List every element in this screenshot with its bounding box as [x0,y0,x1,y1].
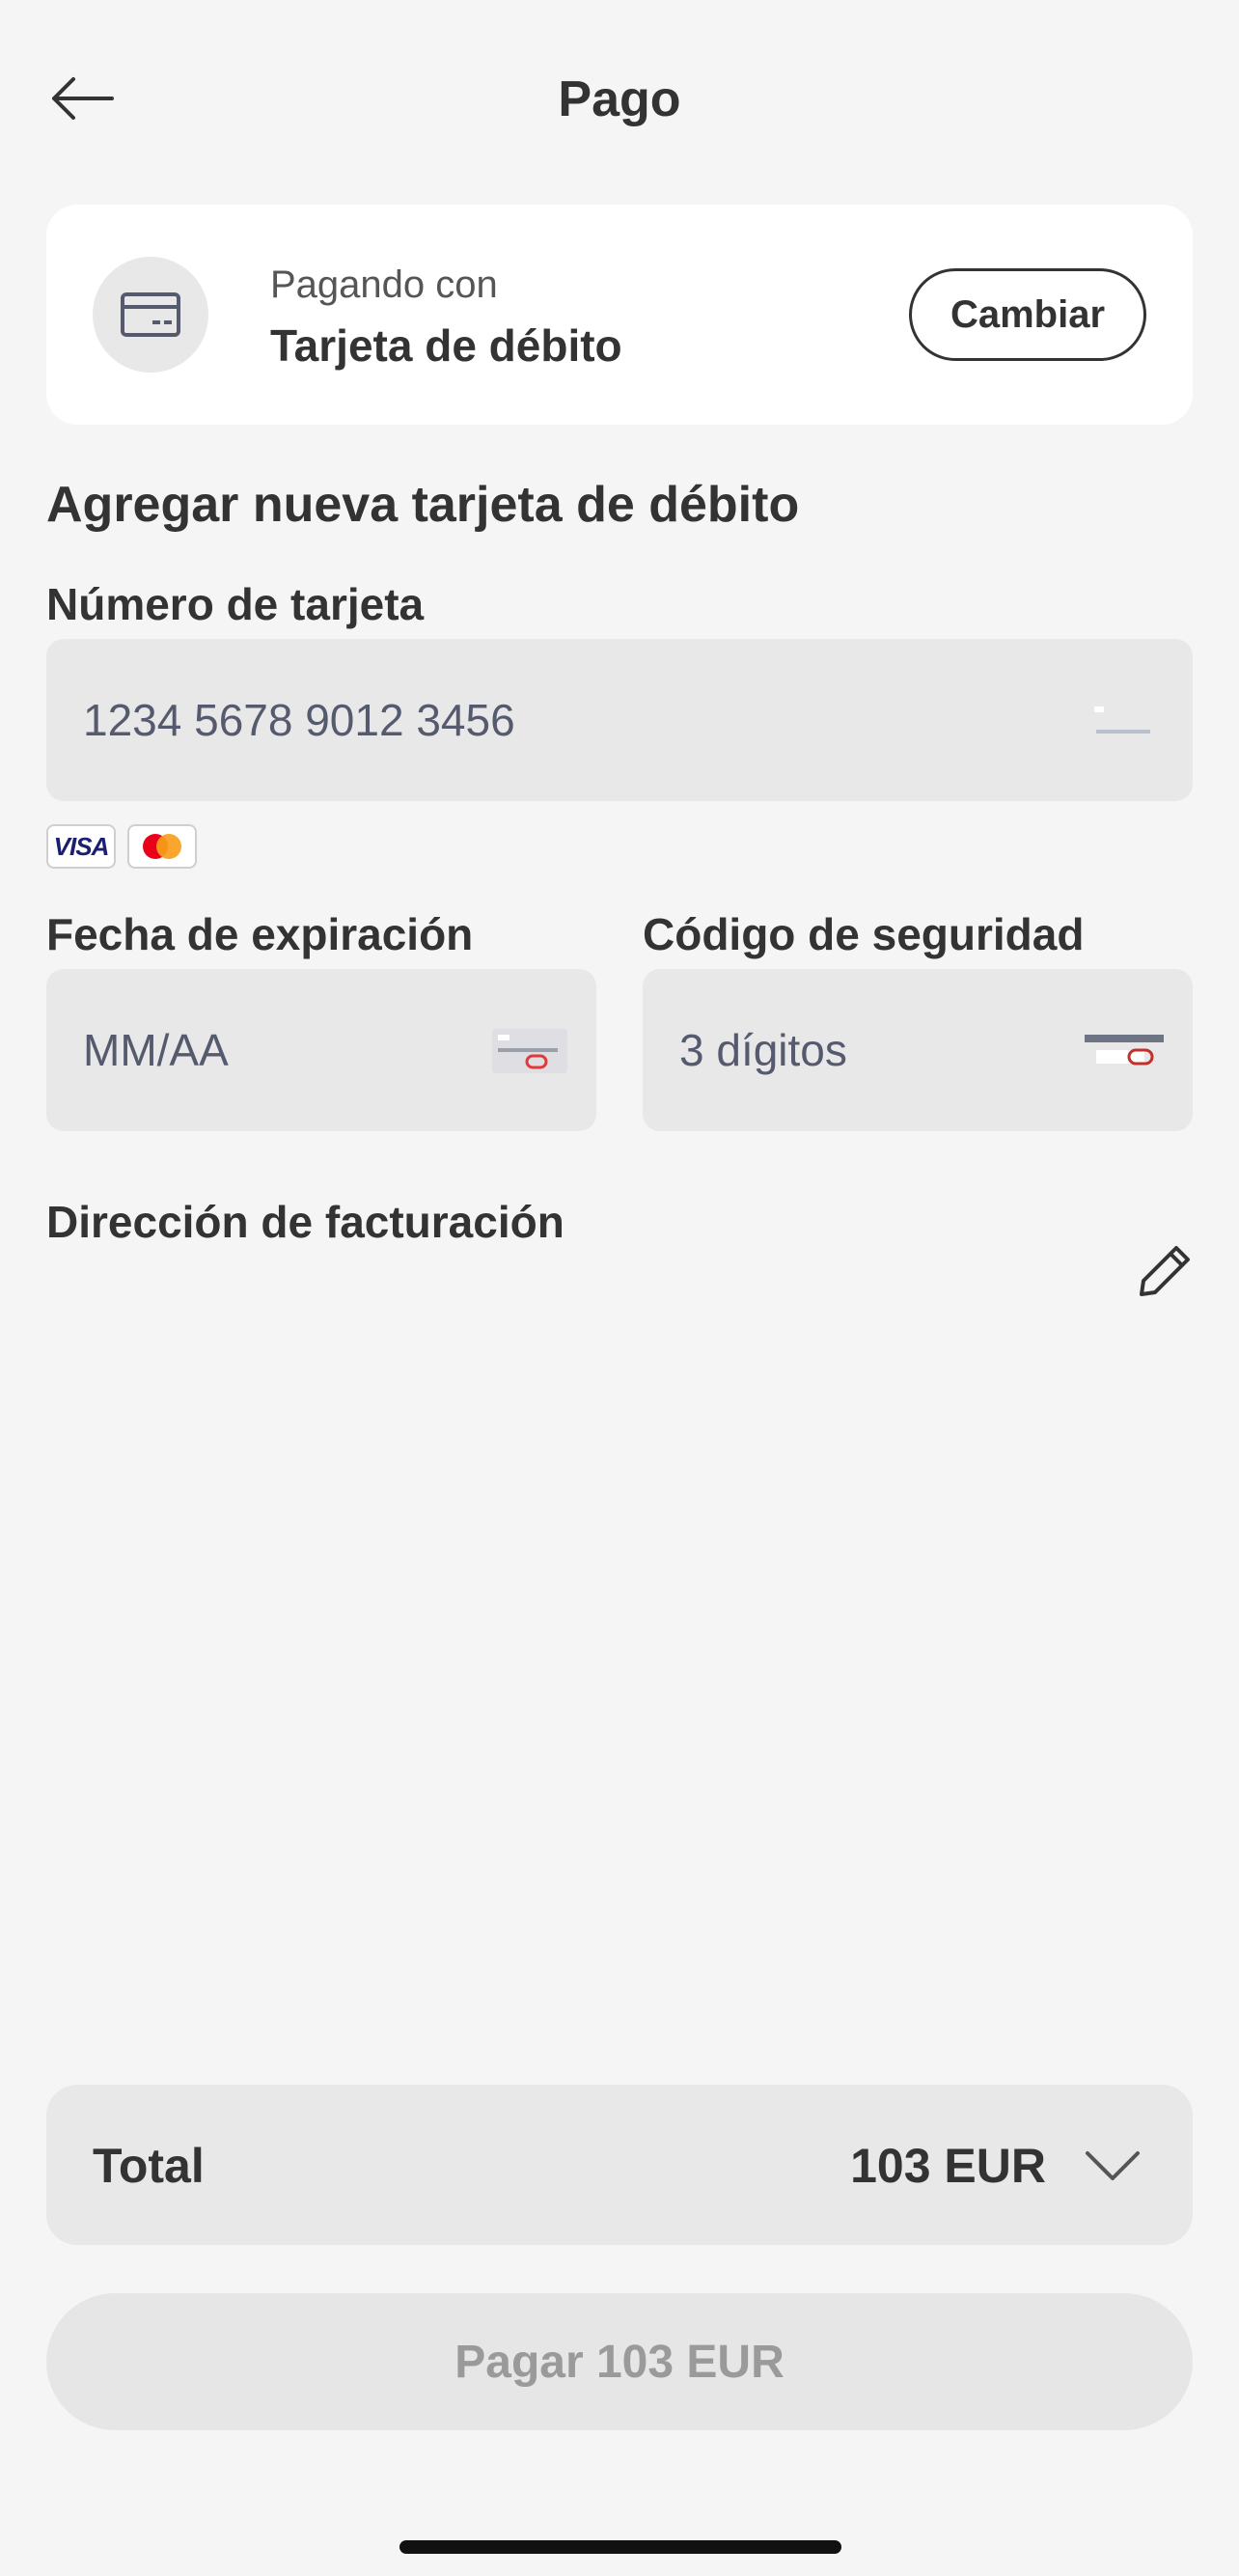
billing-address-label: Dirección de facturación [46,1197,564,1247]
mastercard-badge [127,824,197,869]
section-title: Agregar nueva tarjeta de débito [46,477,800,533]
security-code-label: Código de seguridad [643,909,1085,959]
visa-logo: VISA [53,831,110,861]
total-amount: 103 EUR [850,2139,1046,2193]
home-indicator [399,2540,841,2554]
chevron-down-icon [1086,2151,1140,2180]
paying-with-label: Pagando con [270,263,498,306]
total-label: Total [93,2139,205,2193]
header: Pago [0,0,1239,203]
mastercard-logo [143,834,181,859]
pay-button[interactable]: Pagar 103 EUR [46,2293,1193,2430]
payment-method-icon-container [93,257,208,373]
pencil-icon [1140,1246,1190,1296]
payment-method-name: Tarjeta de débito [270,320,622,371]
payment-method-card: Pagando con Tarjeta de débito Cambiar [46,205,1193,425]
visa-badge: VISA [46,824,116,869]
expiry-label: Fecha de expiración [46,909,474,959]
edit-billing-address-button[interactable] [1129,1235,1200,1307]
card-cvc-icon [1085,1035,1164,1066]
card-number-input[interactable] [46,639,1193,801]
change-payment-button[interactable]: Cambiar [909,268,1146,361]
total-summary[interactable]: Total 103 EUR [46,2085,1193,2245]
card-expiry-icon [492,1029,567,1073]
expand-total-button[interactable] [1079,2133,1146,2197]
credit-card-icon [121,292,180,337]
card-outline-icon [1094,706,1150,734]
page-title: Pago [558,71,681,127]
card-number-label: Número de tarjeta [46,579,425,629]
